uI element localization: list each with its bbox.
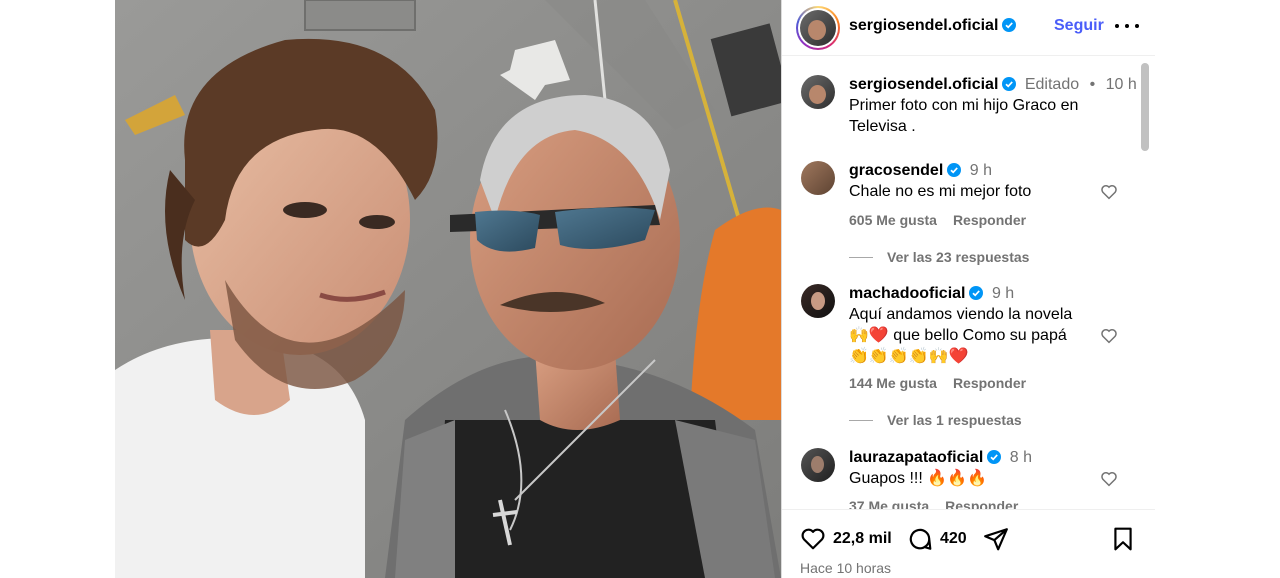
- scrollbar[interactable]: [1141, 63, 1149, 509]
- avatar[interactable]: [801, 448, 835, 482]
- follow-button[interactable]: Seguir: [1054, 17, 1104, 35]
- comment-actions: 144 Me gusta Responder: [849, 375, 1042, 391]
- author-username[interactable]: sergiosendel.oficial: [849, 17, 998, 34]
- comment-actions: 37 Me gusta Responder: [849, 498, 1034, 509]
- view-replies-button[interactable]: Ver las 1 respuestas: [849, 412, 1022, 428]
- verified-badge-icon: [947, 163, 962, 177]
- comments-count[interactable]: 420: [940, 530, 967, 548]
- divider-line: [849, 419, 873, 421]
- comments-list[interactable]: sergiosendel.oficial Editado • 10 h Prim…: [782, 57, 1155, 509]
- scrollbar-thumb[interactable]: [1141, 63, 1149, 151]
- view-replies-label[interactable]: Ver las 1 respuestas: [887, 412, 1022, 428]
- paper-plane-icon[interactable]: [983, 526, 1009, 552]
- comment-text: Guapos !!! 🔥🔥🔥: [849, 470, 988, 487]
- post-author[interactable]: sergiosendel.oficial: [849, 17, 1017, 35]
- heart-icon[interactable]: [1100, 183, 1118, 201]
- reply-button[interactable]: Responder: [953, 212, 1026, 228]
- reply-button[interactable]: Responder: [953, 375, 1026, 391]
- selfie-photo-illustration: [115, 0, 781, 578]
- comment-username[interactable]: machadooficial: [849, 285, 965, 302]
- heart-icon[interactable]: [1100, 470, 1118, 488]
- comment-username[interactable]: laurazapataoficial: [849, 449, 983, 466]
- separator-dot: •: [1089, 76, 1096, 93]
- caption-header: sergiosendel.oficial Editado • 10 h: [849, 76, 1137, 94]
- post-timestamp: Hace 10 horas: [800, 560, 892, 576]
- verified-badge-icon: [1002, 18, 1017, 32]
- comment-time: 9 h: [969, 162, 992, 179]
- story-ring[interactable]: [796, 6, 840, 50]
- comment-username[interactable]: gracosendel: [849, 162, 943, 179]
- caption-text: Primer foto con mi hijo Graco en Televis…: [849, 97, 1079, 135]
- instagram-post-modal: sergiosendel.oficial Seguir sergiosendel…: [115, 0, 1155, 578]
- heart-icon[interactable]: [1100, 327, 1118, 345]
- reply-button[interactable]: Responder: [945, 498, 1018, 509]
- heart-icon[interactable]: [800, 526, 826, 552]
- caption-username[interactable]: sergiosendel.oficial: [849, 76, 998, 93]
- comment-time: 8 h: [1009, 449, 1032, 466]
- verified-badge-icon: [1002, 77, 1017, 91]
- comment-time: 9 h: [991, 285, 1015, 302]
- avatar[interactable]: [800, 10, 836, 46]
- view-replies-button[interactable]: Ver las 23 respuestas: [849, 249, 1029, 265]
- view-replies-label[interactable]: Ver las 23 respuestas: [887, 249, 1029, 265]
- comment-likes[interactable]: 144 Me gusta: [849, 375, 937, 391]
- divider-line: [849, 256, 873, 258]
- more-horizontal-icon[interactable]: [1115, 14, 1139, 38]
- verified-badge-icon: [987, 450, 1002, 464]
- likes-count[interactable]: 22,8 mil: [833, 530, 892, 548]
- edited-label: Editado: [1024, 76, 1080, 93]
- comment-header: gracosendel 9 h: [849, 162, 992, 180]
- comment-actions: 605 Me gusta Responder: [849, 212, 1042, 228]
- avatar[interactable]: [801, 161, 835, 195]
- post-side-panel: sergiosendel.oficial Seguir sergiosendel…: [781, 0, 1155, 578]
- comment-text: Aquí andamos viendo la novela 🙌❤️ que be…: [849, 306, 1073, 365]
- comment-text: Chale no es mi mejor foto: [849, 183, 1032, 200]
- verified-badge-icon: [969, 286, 984, 300]
- bookmark-icon[interactable]: [1110, 526, 1136, 552]
- post-actions-bar: 22,8 mil 420 Hace 10 horas: [782, 509, 1155, 578]
- avatar[interactable]: [801, 75, 835, 109]
- avatar[interactable]: [801, 284, 835, 318]
- comment-likes[interactable]: 605 Me gusta: [849, 212, 937, 228]
- caption-time: 10 h: [1105, 76, 1137, 93]
- post-photo[interactable]: [115, 0, 781, 578]
- comment-likes[interactable]: 37 Me gusta: [849, 498, 929, 509]
- post-header: sergiosendel.oficial Seguir: [782, 0, 1155, 56]
- comment-bubble-icon[interactable]: [907, 526, 933, 552]
- comment-header: laurazapataoficial 8 h: [849, 449, 1032, 467]
- comment-header: machadooficial 9 h: [849, 285, 1014, 303]
